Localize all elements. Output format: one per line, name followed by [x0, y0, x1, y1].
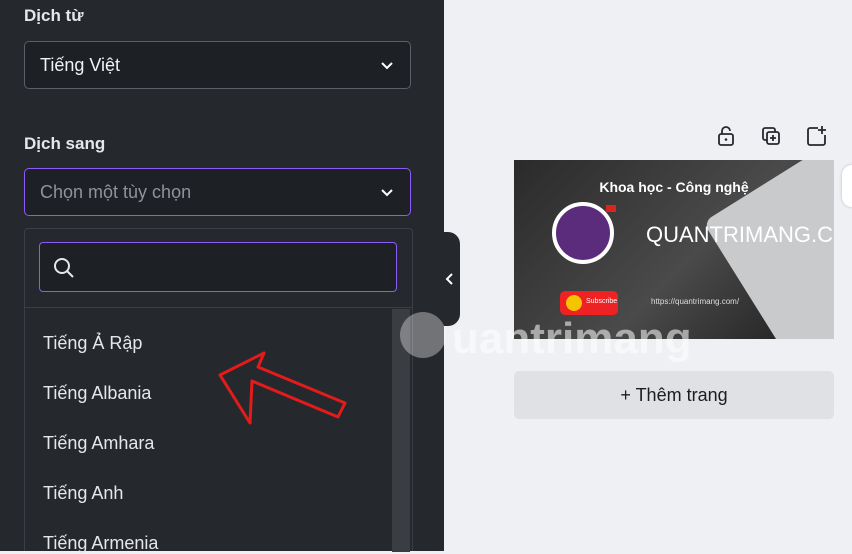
language-option[interactable]: Tiếng Albania: [43, 383, 151, 404]
translate-panel: Dịch từ Tiếng Việt Dịch sang Chọn một tù…: [0, 0, 444, 553]
target-language-placeholder: Chọn một tùy chọn: [40, 182, 192, 202]
bell-icon: [566, 295, 582, 311]
annotation-arrow-icon: [218, 351, 347, 425]
page-thumbnail[interactable]: Khoa học - Công nghệ QUANTRIMANG.COM Sub…: [514, 160, 834, 339]
target-language-select[interactable]: Chọn một tùy chọn: [24, 168, 411, 216]
chevron-down-icon: [381, 189, 393, 197]
language-search-input[interactable]: [84, 251, 388, 283]
thumbnail-site-name: QUANTRIMANG.COM: [646, 222, 834, 247]
language-search-box[interactable]: [39, 242, 397, 292]
chevron-left-icon: [445, 273, 453, 285]
divider: [25, 307, 412, 308]
add-page-button[interactable]: + Thêm trang: [514, 371, 834, 419]
subscribe-badge: Subscribe: [560, 291, 618, 315]
watermark-text: uantrimang: [452, 314, 692, 363]
thumbnail-url: https://quantrimang.com/: [651, 297, 740, 306]
source-language-label: Dịch từ: [24, 6, 84, 25]
duplicate-page-icon[interactable]: [760, 125, 782, 147]
thumbnail-title: Khoa học - Công nghệ: [599, 179, 749, 195]
search-icon: [54, 258, 74, 278]
target-language-label: Dịch sang: [24, 134, 106, 153]
source-language-select[interactable]: Tiếng Việt: [24, 41, 411, 89]
lightbulb-logo-icon: [552, 202, 614, 264]
unlock-icon[interactable]: [715, 125, 737, 147]
chevron-down-icon: [381, 62, 393, 70]
collapse-panel-button[interactable]: [440, 232, 460, 326]
add-page-icon[interactable]: [806, 125, 828, 147]
subscribe-text: Subscribe: [586, 298, 618, 305]
language-option[interactable]: Tiếng Amhara: [43, 433, 154, 454]
language-option[interactable]: Tiếng Anh: [43, 483, 123, 504]
source-language-value: Tiếng Việt: [40, 55, 121, 75]
watermark-logo-icon: [400, 312, 446, 358]
language-option[interactable]: Tiếng Ả Rập: [43, 333, 142, 354]
side-handle[interactable]: [842, 165, 852, 207]
flag-icon: [606, 205, 616, 212]
